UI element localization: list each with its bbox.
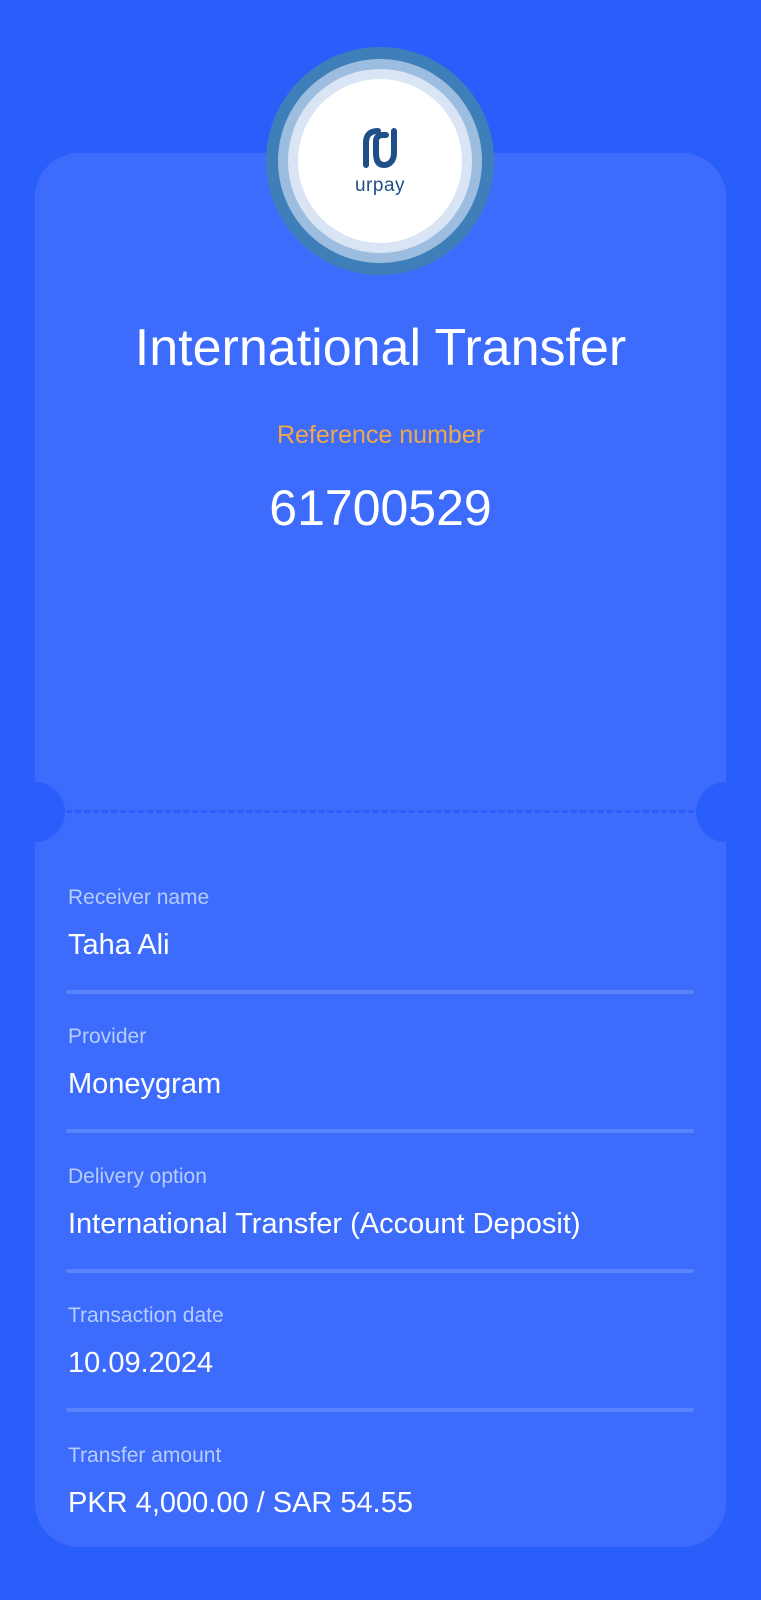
detail-label: Provider — [68, 1025, 147, 1048]
row-divider — [66, 1408, 694, 1412]
detail-value: 10.09.2024 — [68, 1347, 214, 1379]
row-divider — [66, 1129, 694, 1133]
ticket-notch-left — [5, 782, 65, 842]
receipt-title: International Transfer — [134, 319, 627, 377]
brand-wordmark: urpay — [354, 175, 406, 196]
detail-transfer-amount: Transfer amount PKR 4,000.00 / SAR 54.55 — [68, 1442, 694, 1522]
reference-number-label: Reference number — [276, 421, 485, 449]
detail-label: Delivery option — [68, 1165, 207, 1188]
detail-label: Receiver name — [68, 886, 210, 909]
detail-transaction-date: Transaction date 10.09.2024 — [68, 1302, 694, 1382]
detail-value: Moneygram — [68, 1068, 222, 1100]
urpay-logo-icon — [360, 125, 400, 171]
ticket-notch-right — [696, 782, 756, 842]
detail-provider: Provider Moneygram — [68, 1023, 694, 1103]
reference-number-value: 61700529 — [269, 480, 492, 536]
detail-label: Transfer amount — [68, 1444, 222, 1467]
row-divider — [66, 1269, 694, 1273]
detail-label: Transaction date — [68, 1304, 224, 1327]
detail-delivery-option: Delivery option International Transfer (… — [68, 1163, 694, 1243]
row-divider — [66, 990, 694, 994]
detail-receiver-name: Receiver name Taha Ali — [68, 884, 694, 964]
detail-value: International Transfer (Account Deposit) — [68, 1208, 581, 1240]
detail-value: Taha Ali — [68, 929, 170, 961]
ticket-perforation-divider — [66, 810, 694, 813]
brand-logo-badge: urpay — [266, 47, 494, 275]
detail-value: PKR 4,000.00 / SAR 54.55 — [68, 1487, 413, 1519]
